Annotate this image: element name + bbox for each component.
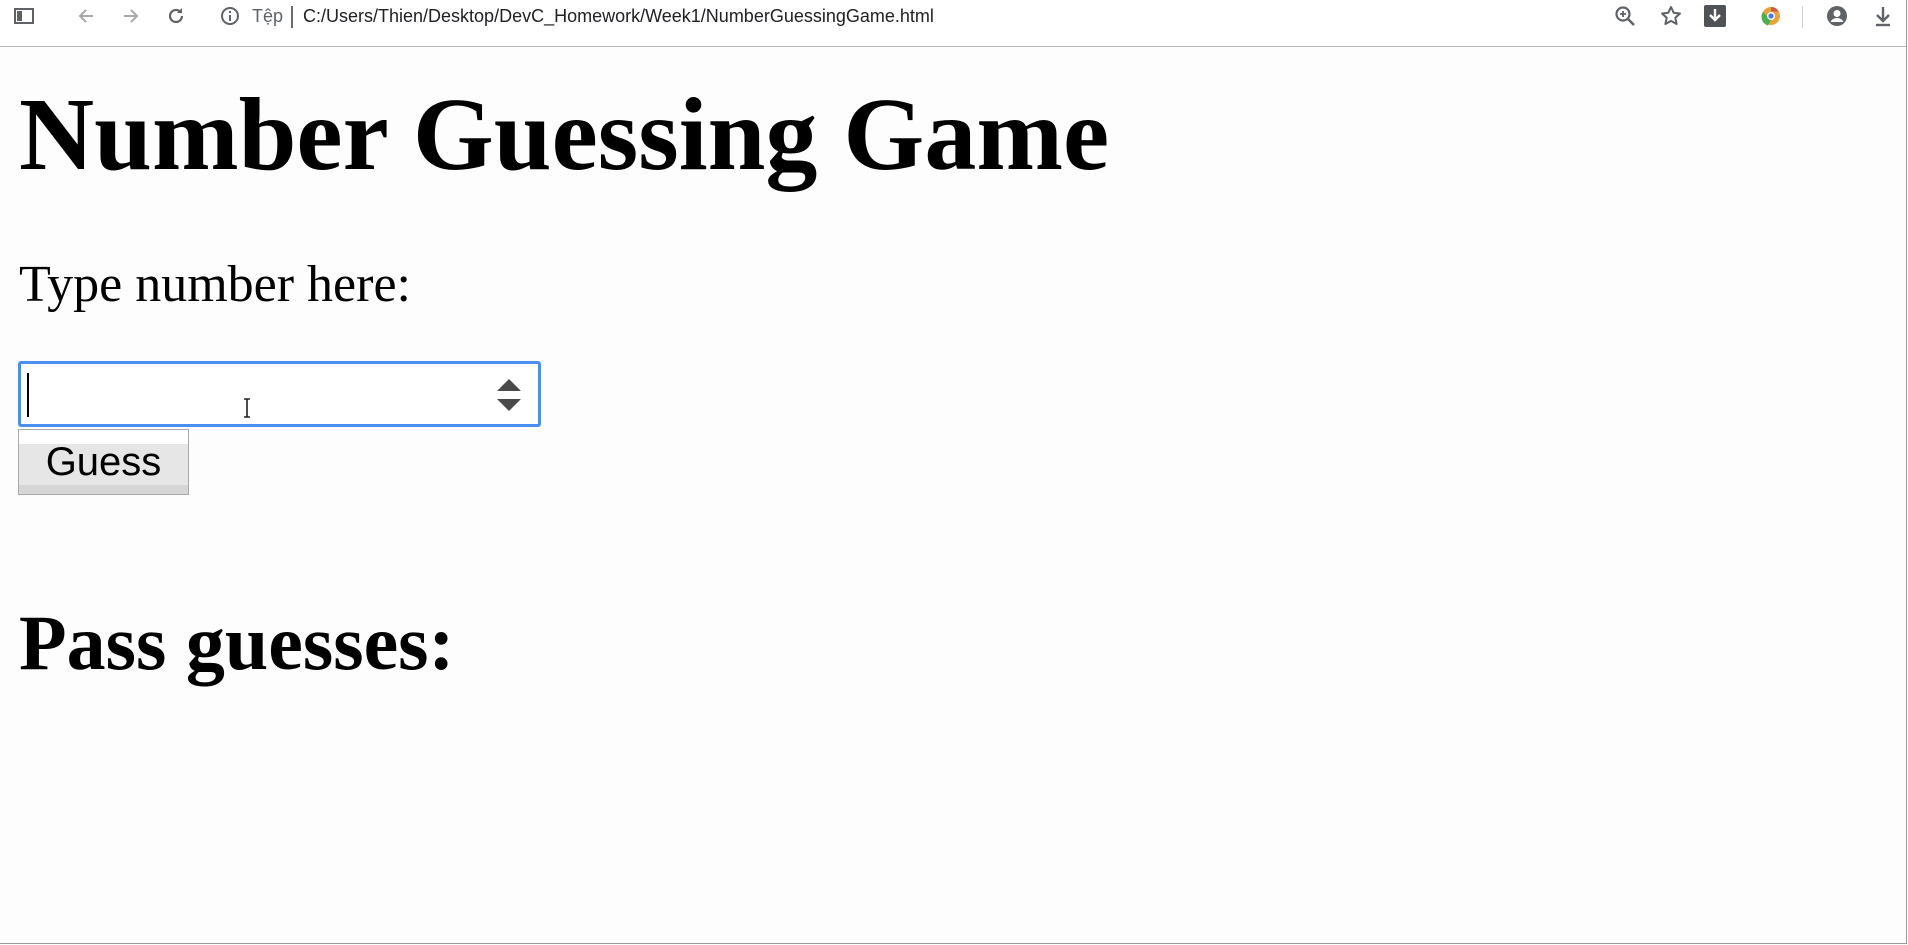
browser-toolbar: Tệp C:/Users/Thien/Desktop/DevC_Homework… (0, 0, 1906, 47)
address-bar-url[interactable]: C:/Users/Thien/Desktop/DevC_Homework/Wee… (303, 0, 934, 32)
info-icon[interactable] (218, 0, 242, 32)
zoom-icon[interactable] (1612, 0, 1638, 32)
toolbar-divider (1802, 6, 1803, 28)
site-security-label[interactable]: Tệp (252, 0, 283, 32)
page-content: Number Guessing Game Type number here: G… (0, 47, 1906, 943)
number-stepper-icon[interactable] (496, 376, 522, 414)
guess-button[interactable]: Guess (18, 429, 189, 495)
input-prompt-label: Type number here: (19, 256, 411, 313)
browser-window: Tệp C:/Users/Thien/Desktop/DevC_Homework… (0, 0, 1907, 944)
url-separator (291, 6, 293, 28)
ibeam-cursor-icon (244, 398, 250, 418)
sidebar-icon[interactable] (12, 0, 36, 32)
downloads-icon[interactable] (1870, 0, 1896, 32)
guess-number-input[interactable] (18, 361, 541, 427)
reload-icon[interactable] (164, 0, 188, 32)
star-icon[interactable] (1658, 0, 1684, 32)
pass-guesses-heading: Pass guesses: (19, 599, 455, 686)
account-icon[interactable] (1824, 0, 1850, 32)
download-extension-icon[interactable] (1702, 0, 1728, 32)
text-caret (27, 373, 29, 417)
chrome-extension-icon[interactable] (1758, 0, 1784, 32)
forward-icon[interactable] (119, 0, 143, 32)
page-title: Number Guessing Game (19, 77, 1110, 192)
back-icon[interactable] (74, 0, 98, 32)
